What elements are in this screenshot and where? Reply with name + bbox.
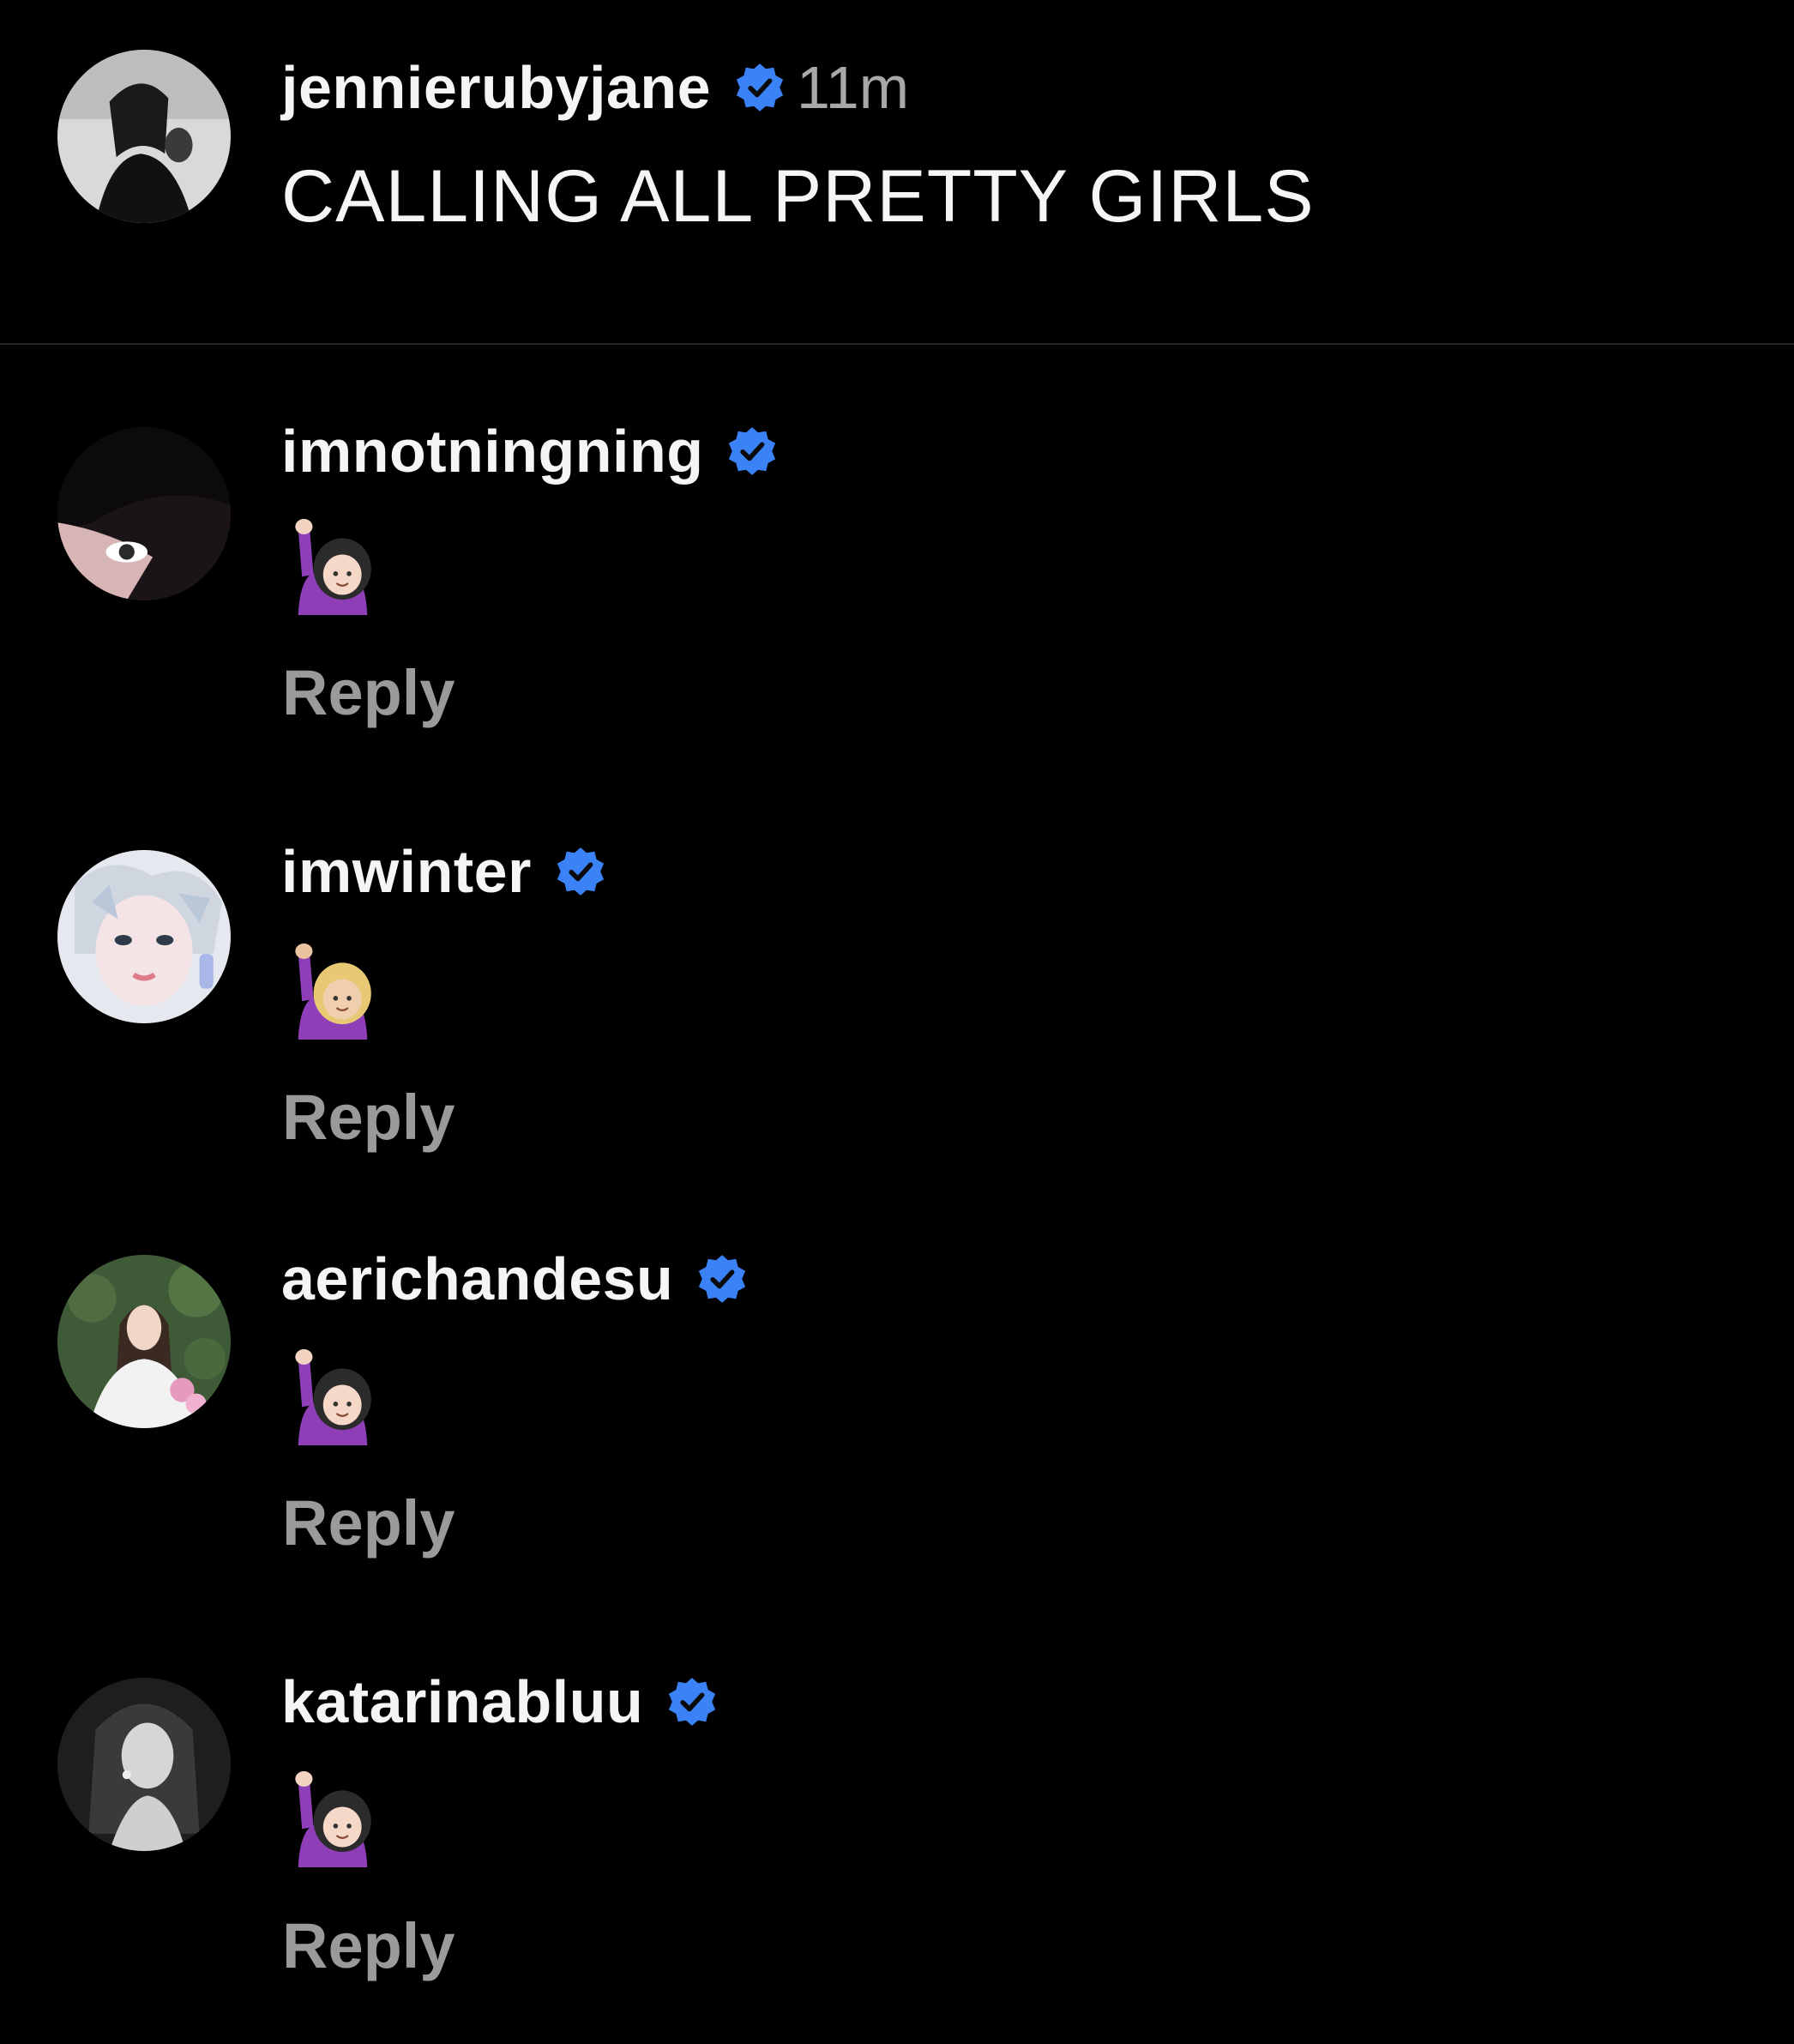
post-header: jennierubyjane 11m: [281, 53, 909, 122]
comment-avatar[interactable]: [57, 427, 231, 600]
comment-username[interactable]: imnotningning: [281, 417, 703, 485]
verified-badge-icon: [695, 1252, 749, 1305]
comment-avatar[interactable]: [57, 1678, 231, 1851]
comment-header: imwinter: [281, 837, 607, 906]
post-caption: CALLING ALL PRETTY GIRLS: [281, 155, 1315, 238]
post-username[interactable]: jennierubyjane: [281, 53, 711, 122]
verified-badge-icon: [733, 61, 786, 114]
comment-username[interactable]: imwinter: [281, 837, 532, 906]
reply-button[interactable]: Reply: [282, 656, 455, 729]
comment-username[interactable]: katarinabluu: [281, 1667, 643, 1736]
woman-raising-hand-icon: [285, 944, 381, 1040]
verified-badge-icon: [725, 425, 779, 478]
comment-header: aerichandesu: [281, 1245, 749, 1313]
verified-badge-icon: [554, 845, 607, 898]
reply-button[interactable]: Reply: [282, 1486, 455, 1559]
reply-button[interactable]: Reply: [282, 1909, 455, 1982]
comment-avatar[interactable]: [57, 850, 231, 1023]
comment-header: katarinabluu: [281, 1667, 719, 1736]
woman-raising-hand-icon: [285, 1349, 381, 1445]
woman-raising-hand-icon: [285, 1771, 381, 1867]
post-author-avatar[interactable]: [57, 50, 231, 223]
comment-avatar[interactable]: [57, 1255, 231, 1428]
comment-header: imnotningning: [281, 417, 779, 485]
comment-username[interactable]: aerichandesu: [281, 1245, 673, 1313]
post-timestamp: 11m: [797, 54, 910, 121]
woman-raising-hand-icon: [285, 519, 381, 615]
divider: [0, 343, 1794, 345]
verified-badge-icon: [665, 1675, 719, 1728]
reply-button[interactable]: Reply: [282, 1081, 455, 1154]
